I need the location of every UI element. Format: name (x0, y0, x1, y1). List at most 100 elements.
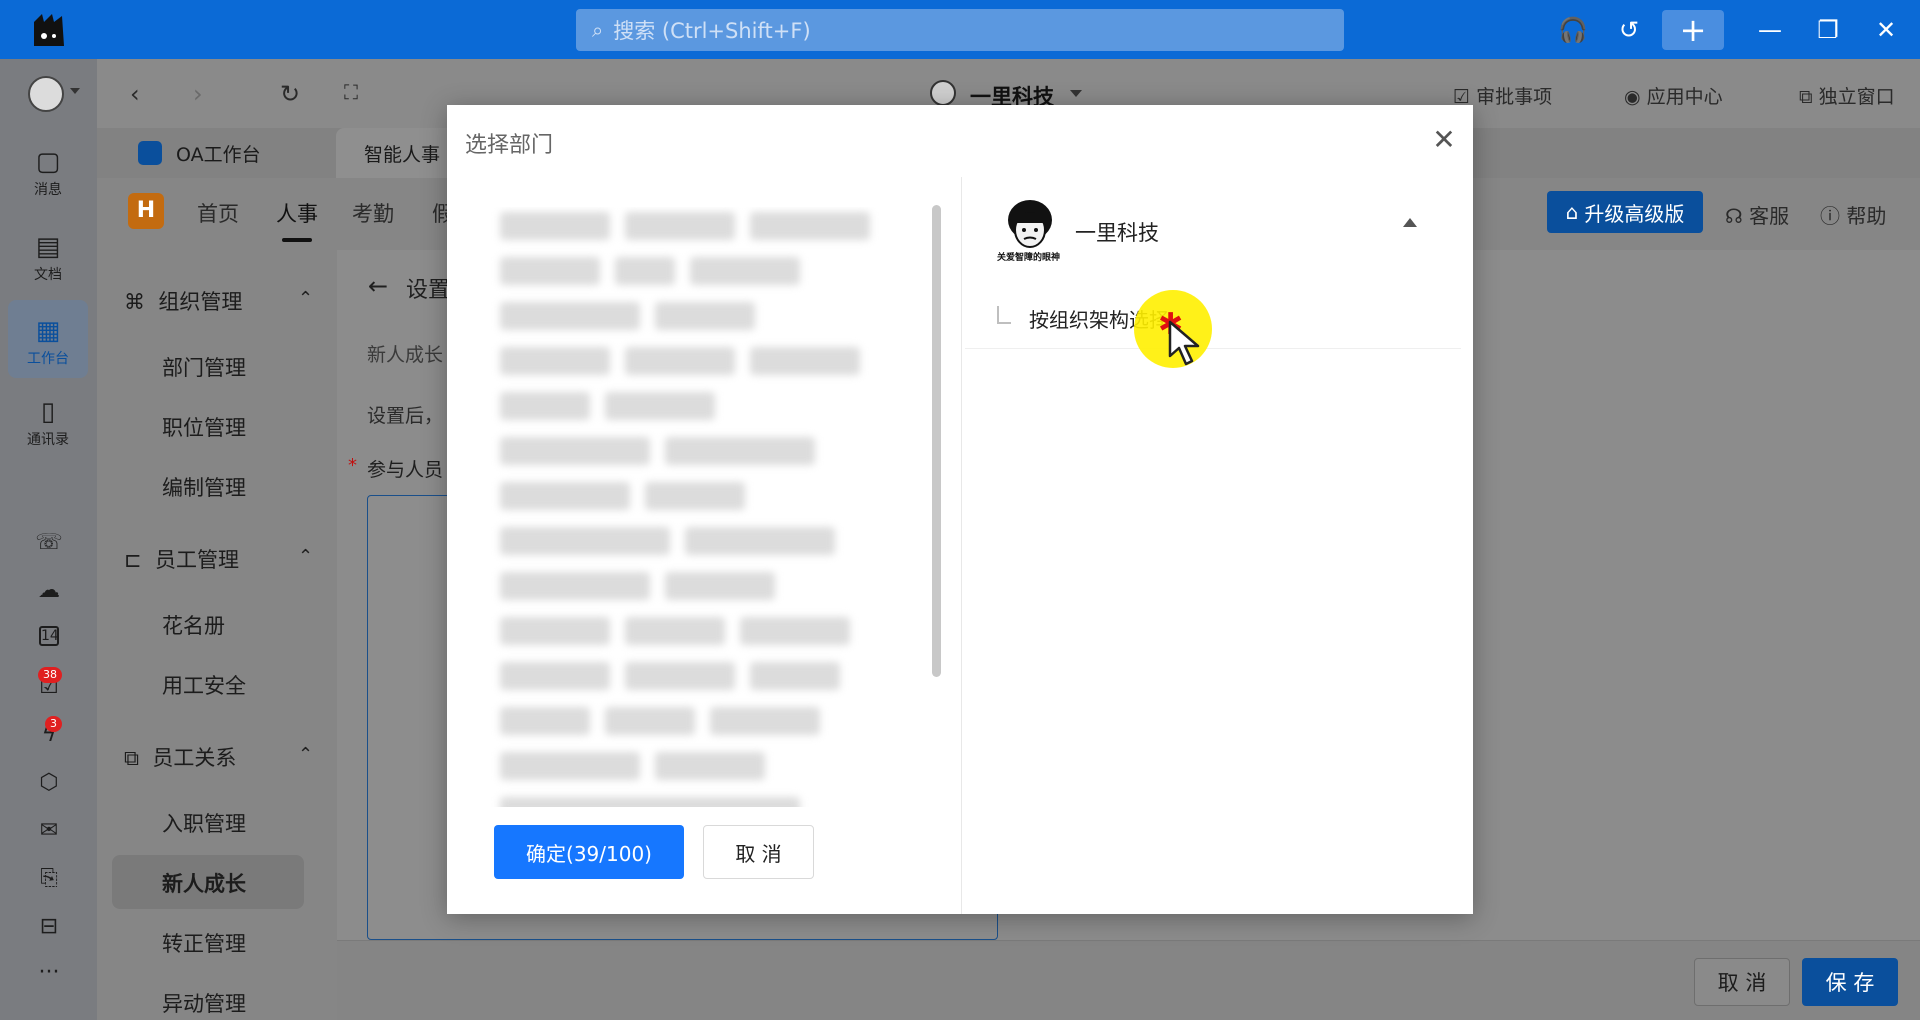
standalone-window-link[interactable]: ⧉ 独立窗口 (1799, 82, 1895, 109)
org-avatar-small[interactable] (930, 80, 956, 106)
fullscreen-icon[interactable]: ⛶ (344, 80, 358, 104)
blurred-item (500, 527, 670, 555)
rail-item-workbench[interactable]: ▦ 工作台 (8, 300, 88, 378)
menu-group-label: 员工管理 (154, 548, 239, 572)
blurred-item (685, 527, 835, 555)
rail-label: 通讯录 (27, 432, 69, 448)
blurred-item (625, 617, 725, 645)
appnav-active-indicator (282, 238, 312, 242)
tab-label: 智能人事 (364, 143, 441, 166)
workbench-icon: ▦ (35, 316, 61, 346)
archive-icon[interactable]: ⊟ (33, 914, 65, 939)
blurred-item (690, 257, 800, 285)
doc-scan-icon[interactable]: ⎘ (33, 866, 65, 891)
menu-item-dept[interactable]: 部门管理 (162, 352, 246, 382)
modal-divider (961, 177, 962, 914)
contacts-icon: ▯ (40, 397, 56, 427)
blurred-item (710, 707, 820, 735)
blurred-item (625, 347, 735, 375)
chevron-up-icon[interactable]: ⌃ (298, 288, 313, 309)
blurred-item (625, 212, 735, 240)
menu-item-onboarding[interactable]: 入职管理 (162, 808, 246, 838)
upgrade-label: 升级高级版 (1584, 201, 1685, 226)
modal-cancel-button[interactable]: 取 消 (703, 825, 814, 879)
chevron-up-icon[interactable]: ⌃ (298, 744, 313, 765)
menu-item-transfer[interactable]: 异动管理 (162, 988, 246, 1018)
rail-item-messages[interactable]: ▢ 消息 (8, 145, 88, 199)
tab-label: OA工作台 (176, 143, 261, 166)
menu-group-employee[interactable]: ⊏ 员工管理 (124, 544, 239, 574)
blurred-item (655, 302, 755, 330)
more-icon[interactable]: ··· (33, 960, 65, 985)
menu-group-label: 组织管理 (158, 290, 243, 314)
save-button[interactable]: 保 存 (1802, 958, 1898, 1006)
rail-item-contacts[interactable]: ▯ 通讯录 (8, 395, 88, 449)
menu-group-relations[interactable]: ⧉ 员工关系 (124, 742, 236, 772)
blurred-item (500, 257, 600, 285)
menu-item-position[interactable]: 职位管理 (162, 412, 246, 442)
cube-icon[interactable]: ⬡ (33, 770, 65, 795)
menu-item-roster[interactable]: 花名册 (162, 610, 225, 640)
rail-label: 消息 (34, 182, 62, 198)
search-placeholder: 搜索 (Ctrl+Shift+F) (613, 19, 811, 43)
cancel-button[interactable]: 取 消 (1694, 958, 1790, 1006)
blurred-item (750, 347, 860, 375)
help-link[interactable]: ⓘ 帮助 (1820, 200, 1886, 229)
upgrade-button[interactable]: ⌂ 升级高级版 (1547, 191, 1703, 233)
upgrade-icon: ⌂ (1565, 200, 1579, 224)
flash-badge: 3 (45, 716, 62, 732)
appnav-home[interactable]: 首页 (197, 198, 239, 228)
tab-oa-workbench[interactable]: OA工作台 (138, 128, 261, 178)
page-subtitle: 新人成长 (367, 344, 444, 366)
blurred-item (645, 482, 745, 510)
chevron-down-icon[interactable] (1070, 90, 1082, 97)
blurred-item (500, 302, 640, 330)
blurred-item (500, 752, 640, 780)
phone-icon[interactable]: ☏ (33, 530, 65, 555)
appnav-personnel[interactable]: 人事 (276, 198, 318, 228)
caret-up-icon[interactable] (1403, 218, 1417, 227)
modal-title: 选择部门 (465, 133, 554, 158)
chevron-down-icon[interactable] (70, 88, 80, 94)
menu-item-headcount[interactable]: 编制管理 (162, 472, 246, 502)
page-title: 设置 (406, 278, 451, 303)
plus-button[interactable]: + (1662, 10, 1724, 50)
rail-item-docs[interactable]: ▤ 文档 (8, 230, 88, 284)
calendar-icon[interactable]: 14 (39, 626, 59, 646)
approval-label: 审批事项 (1476, 86, 1553, 108)
menu-item-safety[interactable]: 用工安全 (162, 670, 246, 700)
minimize-icon[interactable]: — (1754, 14, 1786, 46)
blurred-item (605, 392, 715, 420)
blurred-item (500, 707, 590, 735)
app-center-link[interactable]: ◉ 应用中心 (1624, 82, 1723, 109)
blurred-item (500, 212, 610, 240)
cloud-icon[interactable]: ☁ (33, 578, 65, 603)
global-search-input[interactable]: ⌕ 搜索 (Ctrl+Shift+F) (576, 9, 1344, 51)
refresh-icon[interactable]: ↻ (280, 80, 300, 108)
menu-item-regularization[interactable]: 转正管理 (162, 928, 246, 958)
blurred-item (615, 257, 675, 285)
user-avatar[interactable] (28, 76, 64, 112)
headset-icon[interactable]: 🎧 (1557, 14, 1589, 46)
back-arrow-icon[interactable]: ← (368, 272, 388, 300)
forward-icon[interactable]: › (193, 80, 203, 108)
mail-icon[interactable]: ✉ (33, 818, 65, 843)
rail-label: 文档 (34, 267, 62, 283)
plus-icon: + (1679, 11, 1707, 49)
confirm-button[interactable]: 确定(39/100) (494, 825, 684, 879)
org-avatar-caption: 关爱智障的眼神 (997, 253, 1061, 263)
menu-group-org[interactable]: ⌘ 组织管理 (124, 286, 242, 316)
blurred-item (665, 437, 815, 465)
close-icon[interactable]: ✕ (1430, 126, 1458, 154)
menu-item-newcomer[interactable]: 新人成长 (162, 868, 246, 898)
close-window-icon[interactable]: ✕ (1870, 14, 1902, 46)
appnav-attendance[interactable]: 考勤 (352, 198, 394, 228)
history-icon[interactable]: ↺ (1613, 14, 1645, 46)
org-name[interactable]: 一里科技 (1075, 217, 1159, 247)
workbench-tab-icon (138, 141, 162, 165)
chevron-up-icon[interactable]: ⌃ (298, 546, 313, 567)
customer-service-link[interactable]: ☊ 客服 (1725, 200, 1789, 229)
restore-icon[interactable]: ❐ (1812, 14, 1844, 46)
back-icon[interactable]: ‹ (130, 80, 140, 108)
list-scrollbar[interactable] (932, 205, 941, 677)
